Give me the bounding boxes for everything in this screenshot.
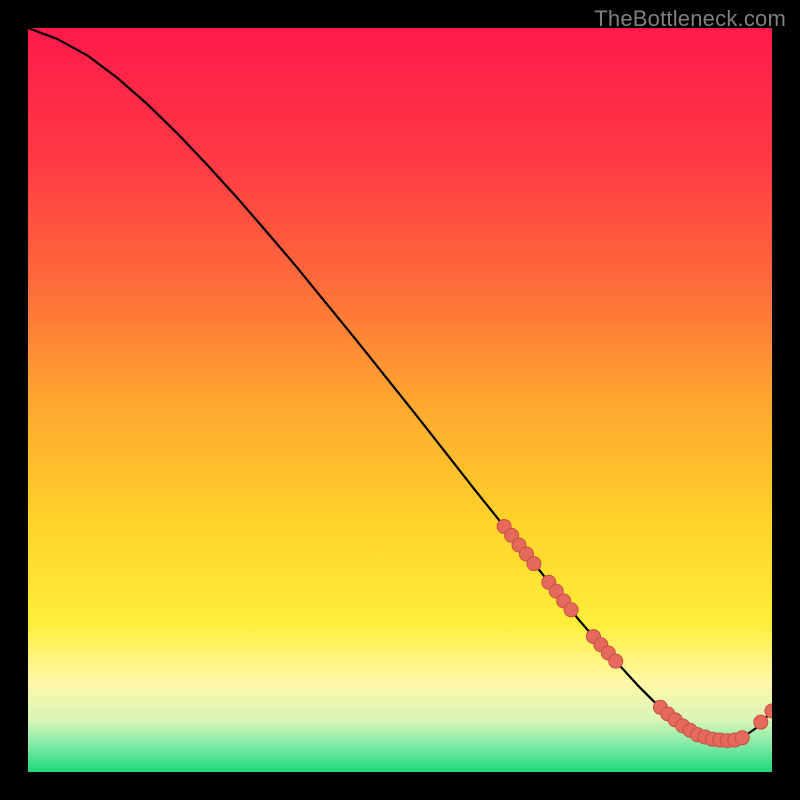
plot-area <box>28 28 772 772</box>
gradient-background <box>28 28 772 772</box>
data-marker <box>564 603 578 617</box>
chart-stage: TheBottleneck.com <box>0 0 800 800</box>
chart-svg <box>28 28 772 772</box>
data-marker <box>527 557 541 571</box>
data-marker <box>609 654 623 668</box>
data-marker <box>735 731 749 745</box>
data-marker <box>754 715 768 729</box>
